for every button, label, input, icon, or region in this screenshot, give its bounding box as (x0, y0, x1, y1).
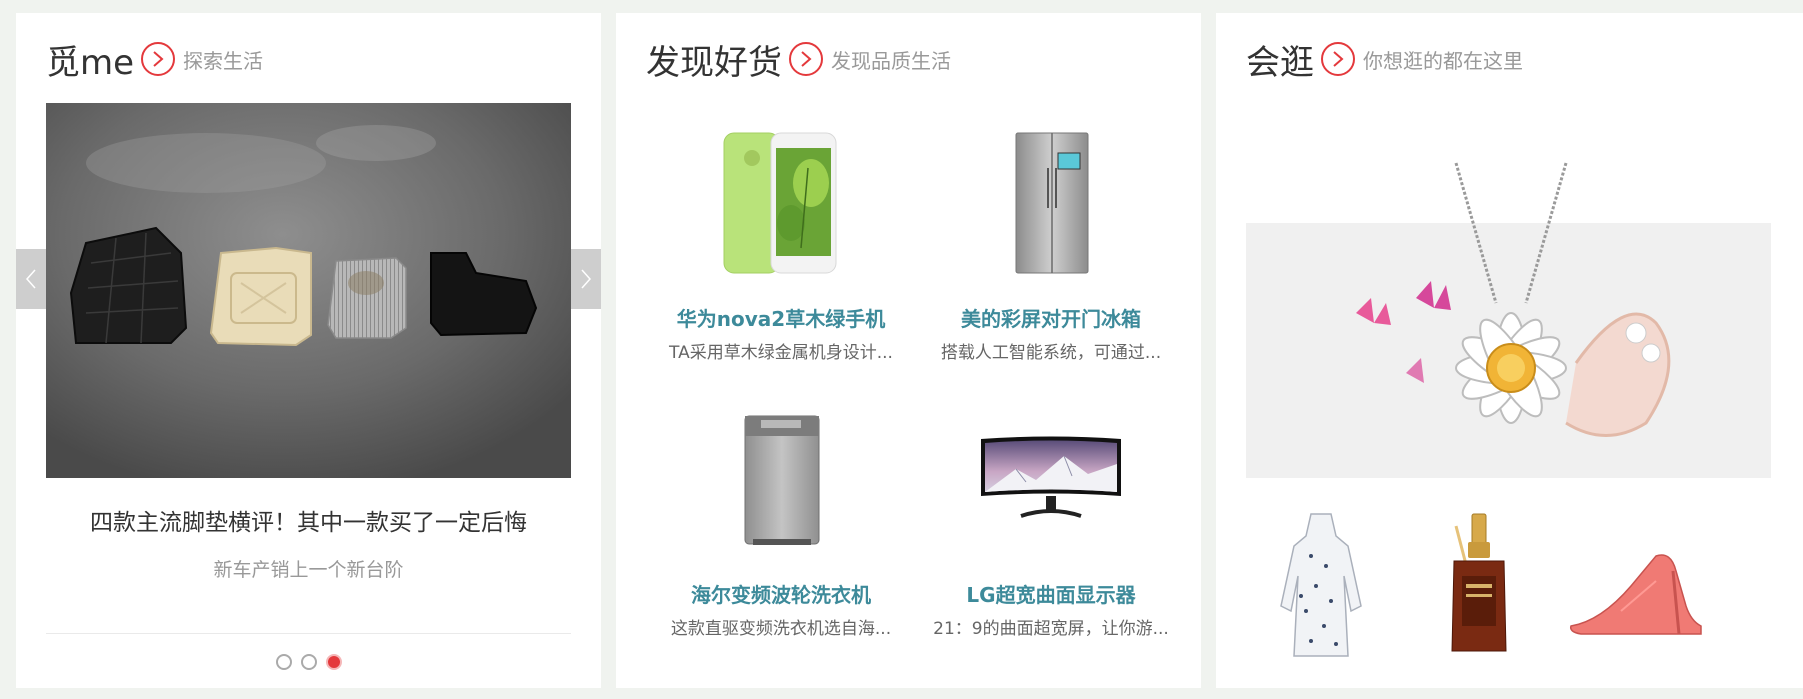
product-desc: 搭载人工智能系统，可通过... (940, 343, 1162, 363)
carousel-dot-3-active[interactable] (325, 654, 342, 670)
product-name[interactable]: 海尔变频波轮洗衣机 (646, 579, 916, 608)
discover-title[interactable]: 发现好货 (646, 35, 782, 84)
divider (46, 633, 571, 634)
product-name[interactable]: LG超宽曲面显示器 (916, 579, 1186, 608)
carousel-next-button[interactable] (571, 249, 601, 309)
carousel (46, 103, 571, 478)
mime-title[interactable]: 觅me (46, 35, 134, 84)
product-card[interactable]: 海尔变频波轮洗衣机 这款直驱变频洗衣机选自海... (646, 399, 916, 639)
product-desc: 这款直驱变频洗衣机选自海... (670, 619, 892, 639)
slide-image-car-mats[interactable] (46, 103, 571, 478)
high-heel-image[interactable] (1561, 503, 1711, 668)
carousel-dot-2[interactable] (300, 654, 317, 670)
chevron-right-icon[interactable] (1321, 42, 1355, 76)
discover-header: 发现好货 发现品质生活 (646, 39, 951, 83)
mime-panel: 觅me 探索生活 四款主流脚垫横评！其中一款买了一定后悔 新车产销上一个新台阶 (16, 13, 601, 688)
washer-icon[interactable] (646, 399, 916, 559)
product-card[interactable]: 华为nova2草木绿手机 TA采用草木绿金属机身设计... (646, 123, 916, 363)
mime-subtitle[interactable]: 探索生活 (183, 45, 263, 74)
product-desc: 21：9的曲面超宽屏，让你游... (933, 619, 1169, 639)
product-card[interactable]: LG超宽曲面显示器 21：9的曲面超宽屏，让你游... (916, 399, 1186, 639)
necklace-image[interactable] (1246, 103, 1771, 478)
product-desc: TA采用草木绿金属机身设计... (669, 343, 893, 363)
browse-title[interactable]: 会逛 (1246, 35, 1314, 84)
chevron-right-icon[interactable] (141, 42, 176, 76)
carousel-dots (16, 654, 601, 670)
discover-subtitle[interactable]: 发现品质生活 (831, 45, 951, 74)
chevron-right-icon[interactable] (789, 42, 823, 76)
mime-header: 觅me 探索生活 (46, 39, 263, 83)
browse-panel: 会逛 你想逛的都在这里 (1216, 13, 1803, 688)
phone-icon[interactable] (646, 123, 916, 283)
serum-bottle-image[interactable] (1404, 503, 1554, 668)
slide-title[interactable]: 四款主流脚垫横评！其中一款买了一定后悔 (46, 503, 571, 537)
product-name[interactable]: 美的彩屏对开门冰箱 (916, 303, 1186, 332)
product-name[interactable]: 华为nova2草木绿手机 (646, 303, 916, 332)
dress-image[interactable] (1246, 503, 1396, 668)
carousel-prev-button[interactable] (16, 249, 46, 309)
discover-panel: 发现好货 发现品质生活 华为nova2草木绿手机 TA采用草木绿金属机身设计..… (616, 13, 1201, 688)
product-card[interactable]: 美的彩屏对开门冰箱 搭载人工智能系统，可通过... (916, 123, 1186, 363)
slide-subtitle: 新车产销上一个新台阶 (213, 559, 404, 581)
fridge-icon[interactable] (916, 123, 1186, 283)
browse-header: 会逛 你想逛的都在这里 (1246, 39, 1523, 83)
carousel-dot-1[interactable] (275, 654, 292, 670)
monitor-icon[interactable] (916, 399, 1186, 559)
browse-subtitle[interactable]: 你想逛的都在这里 (1363, 45, 1523, 74)
